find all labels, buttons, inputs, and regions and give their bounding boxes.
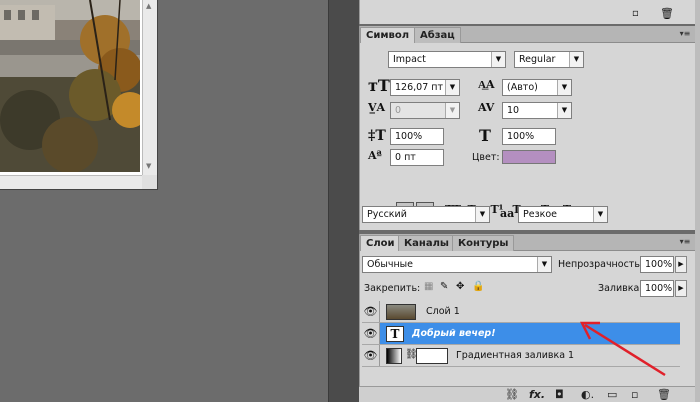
font-size-value: 126,07 пт	[395, 82, 444, 93]
tab-character[interactable]: Символ	[360, 27, 416, 43]
layer-mask-thumbnail[interactable]	[416, 348, 448, 364]
opacity-value: 100%	[645, 259, 673, 270]
panel-dock-divider	[328, 0, 359, 402]
lock-all-icon[interactable]: 🔒	[472, 281, 484, 292]
opacity-label: Непрозрачность:	[558, 259, 644, 270]
mask-icon[interactable]: ◘	[555, 388, 564, 401]
gradient-thumbnail	[386, 348, 402, 364]
chevron-down-icon[interactable]: ▼	[569, 52, 583, 67]
chevron-down-icon[interactable]: ▼	[445, 103, 459, 118]
blend-mode-value: Обычные	[367, 259, 414, 270]
tracking-field[interactable]: 10 ▼	[502, 102, 572, 119]
baseline-shift-icon: Aª	[368, 149, 382, 162]
previous-panel-footer: ▫ 🗑	[359, 0, 695, 24]
trash-icon[interactable]: 🗑	[657, 388, 671, 401]
kerning-field[interactable]: 0 ▼	[390, 102, 460, 119]
font-style-value: Regular	[519, 54, 556, 65]
blend-mode-select[interactable]: Обычные ▼	[362, 256, 552, 273]
text-color-swatch[interactable]	[502, 150, 556, 164]
chevron-down-icon[interactable]: ▼	[557, 103, 571, 118]
new-item-icon[interactable]: ▫	[632, 8, 639, 19]
tab-channels[interactable]: Каналы	[398, 235, 455, 251]
panel-menu-icon[interactable]: ▾≡	[679, 237, 691, 247]
font-size-icon: ᴛT	[368, 76, 390, 95]
tab-paragraph[interactable]: Абзац	[414, 27, 461, 43]
font-size-field[interactable]: 126,07 пт ▼	[390, 79, 460, 96]
tracking-icon: AV	[478, 101, 495, 114]
color-label: Цвет:	[472, 152, 500, 163]
document-window[interactable]: ▲ ▼	[0, 0, 158, 190]
baseline-shift-field[interactable]: 0 пт	[390, 149, 444, 166]
layer-name[interactable]: Слой 1	[426, 306, 460, 317]
lock-image-icon[interactable]: ✎	[440, 281, 448, 292]
leading-icon: A͟A	[478, 78, 495, 91]
link-icon[interactable]: ⛓	[505, 388, 519, 401]
trash-icon[interactable]: 🗑	[660, 7, 674, 20]
folder-icon[interactable]: ▭	[607, 388, 617, 401]
vertical-scale-icon: ‡T	[368, 128, 386, 144]
fill-field[interactable]: 100%	[640, 280, 674, 297]
vertical-scale-value: 100%	[395, 131, 423, 142]
text-layer-icon: T	[386, 326, 404, 342]
tab-layers[interactable]: Слои	[360, 235, 401, 251]
horizontal-scale-icon: T	[479, 126, 491, 145]
layer-name[interactable]: Добрый вечер!	[412, 328, 496, 339]
panel-scrollbar[interactable]	[695, 0, 700, 402]
font-style-select[interactable]: Regular ▼	[514, 51, 584, 68]
leading-value: (Авто)	[507, 82, 538, 93]
layers-bottom-toolbar: ⛓ fx. ◘ ◐. ▭ ▫ 🗑	[359, 386, 695, 402]
document-photo	[0, 0, 140, 172]
chevron-down-icon[interactable]: ▼	[593, 207, 607, 222]
resize-grip-icon[interactable]	[142, 175, 157, 189]
visibility-eye-icon[interactable]: 👁	[362, 345, 380, 366]
lock-transparent-icon[interactable]: ▦	[424, 281, 433, 292]
character-panel: Символ Абзац ▾≡ Impact ▼ Regular ▼ ᴛT 12…	[359, 26, 695, 230]
lock-position-icon[interactable]: ✥	[456, 281, 464, 292]
horizontal-scrollbar[interactable]	[0, 175, 142, 189]
scroll-down-icon[interactable]: ▼	[146, 162, 151, 170]
chevron-down-icon[interactable]: ▼	[557, 80, 571, 95]
tab-paths[interactable]: Контуры	[452, 235, 515, 251]
tracking-value: 10	[507, 105, 520, 116]
visibility-eye-icon[interactable]: 👁	[362, 323, 380, 344]
opacity-slider-icon[interactable]: ▶	[675, 256, 687, 273]
fill-slider-icon[interactable]: ▶	[675, 280, 687, 297]
chevron-down-icon[interactable]: ▼	[475, 207, 489, 222]
opacity-field[interactable]: 100%	[640, 256, 674, 273]
language-value: Русский	[367, 209, 407, 220]
antialias-select[interactable]: Резкое ▼	[518, 206, 608, 223]
antialias-icon: aa	[500, 207, 515, 220]
fill-value: 100%	[645, 283, 673, 294]
lock-label: Закрепить:	[364, 283, 421, 294]
fx-icon[interactable]: fx.	[529, 388, 545, 401]
chevron-down-icon[interactable]: ▼	[445, 80, 459, 95]
scroll-up-icon[interactable]: ▲	[146, 2, 151, 10]
horizontal-scale-field[interactable]: 100%	[502, 128, 556, 145]
vertical-scale-field[interactable]: 100%	[390, 128, 444, 145]
annotation-arrow	[579, 321, 666, 377]
language-select[interactable]: Русский ▼	[362, 206, 490, 223]
panel-menu-icon[interactable]: ▾≡	[679, 29, 691, 39]
chevron-down-icon[interactable]: ▼	[537, 257, 551, 272]
layer-thumbnail	[386, 304, 416, 320]
font-family-select[interactable]: Impact ▼	[388, 51, 506, 68]
character-panel-tabs: Символ Абзац ▾≡	[360, 26, 695, 43]
layers-panel-tabs: Слои Каналы Контуры ▾≡	[360, 234, 695, 251]
new-layer-icon[interactable]: ▫	[631, 388, 638, 401]
layer-name[interactable]: Градиентная заливка 1	[456, 350, 574, 361]
horizontal-scale-value: 100%	[507, 131, 535, 142]
kerning-value: 0	[395, 105, 402, 116]
leading-field[interactable]: (Авто) ▼	[502, 79, 572, 96]
antialias-value: Резкое	[523, 209, 558, 220]
font-family-value: Impact	[393, 54, 426, 65]
adjustment-icon[interactable]: ◐.	[581, 388, 594, 401]
kerning-icon: V̲A	[368, 101, 386, 114]
chevron-down-icon[interactable]: ▼	[491, 52, 505, 67]
vertical-scrollbar[interactable]: ▲ ▼	[142, 0, 157, 175]
baseline-shift-value: 0 пт	[395, 152, 416, 163]
visibility-eye-icon[interactable]: 👁	[362, 301, 380, 322]
fill-label: Заливка:	[598, 283, 643, 294]
canvas-area[interactable]: ▲ ▼	[0, 0, 328, 402]
